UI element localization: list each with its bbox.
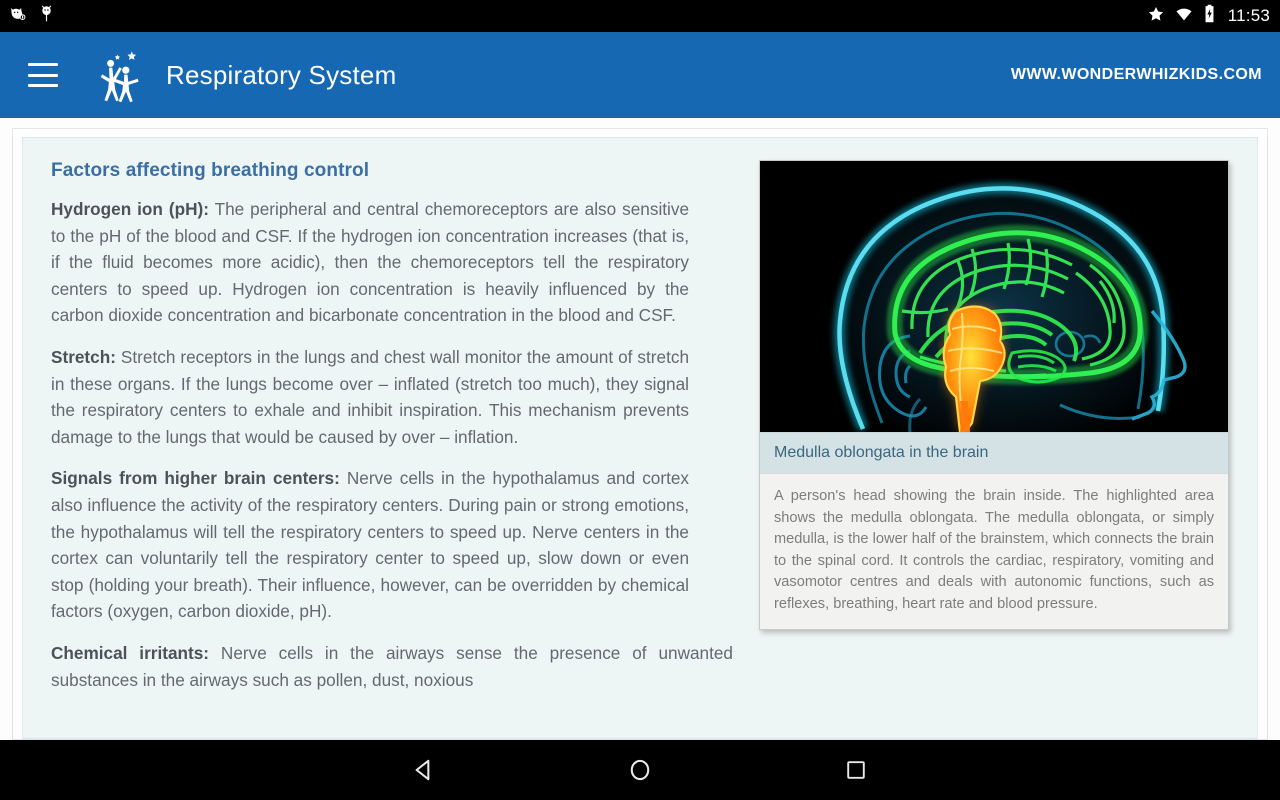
hamburger-menu-icon[interactable] [28,63,58,87]
wifi-icon [1174,5,1194,28]
figure-medulla-oblongata: Medulla oblongata in the brain A person'… [759,160,1229,630]
status-bar-notifications [8,4,54,28]
figure-description: A person's head showing the brain inside… [774,488,1214,612]
home-circle-icon[interactable] [532,757,748,783]
battery-charging-icon [1203,4,1216,28]
paragraph-chemical-irritants: Chemical irritants: Nerve cells in the a… [51,640,1229,693]
page-title: Respiratory System [166,59,397,90]
star-icon [1147,5,1165,28]
figure-caption: Medulla oblongata in the brain [760,432,1228,474]
android-screen: 11:53 Respiratory System WWW.WONDERWHIZK… [0,0,1280,800]
paragraph-body-text: Nerve cells in the hypothalamus and cort… [51,468,690,622]
app-bar: Respiratory System WWW.WONDERWHIZKIDS.CO… [0,32,1280,118]
status-bar-system-icons: 11:53 [1147,4,1270,28]
balloon-notification-icon [39,4,54,28]
content-card: Medulla oblongata in the brain A person'… [12,128,1268,740]
android-navigation-bar [0,740,1280,800]
brain-medulla-oblongata-illustration[interactable] [760,161,1228,432]
paragraph-lead-label: Stretch: [51,346,116,367]
paragraph-lead-label: Hydrogen ion (pH): [51,199,209,219]
paragraph-lead-label: Signals from higher brain centers: [51,468,340,489]
paragraph-stretch: Stretch: Stretch receptors in the lungs … [51,344,689,450]
status-bar: 11:53 [0,0,1280,32]
wonderwhizkids-logo-icon [90,44,152,106]
paragraph-lead-label: Chemical irritants: [51,642,210,663]
content-scroll-area[interactable]: Medulla oblongata in the brain A person'… [0,118,1280,740]
lesson-panel: Medulla oblongata in the brain A person'… [22,137,1258,739]
paragraph-hydrogen-ion: Hydrogen ion (pH): The peripheral and ce… [51,196,689,329]
cat-notification-icon [8,4,27,28]
recents-square-icon[interactable] [748,758,964,782]
back-triangle-icon[interactable] [316,757,532,783]
status-bar-clock: 11:53 [1227,6,1270,25]
paragraph-body-text: Stretch receptors in the lungs and chest… [51,346,689,447]
site-url-label: WWW.WONDERWHIZKIDS.COM [1010,66,1262,83]
paragraph-brain-signals: Signals from higher brain centers: Nerve… [51,465,689,625]
